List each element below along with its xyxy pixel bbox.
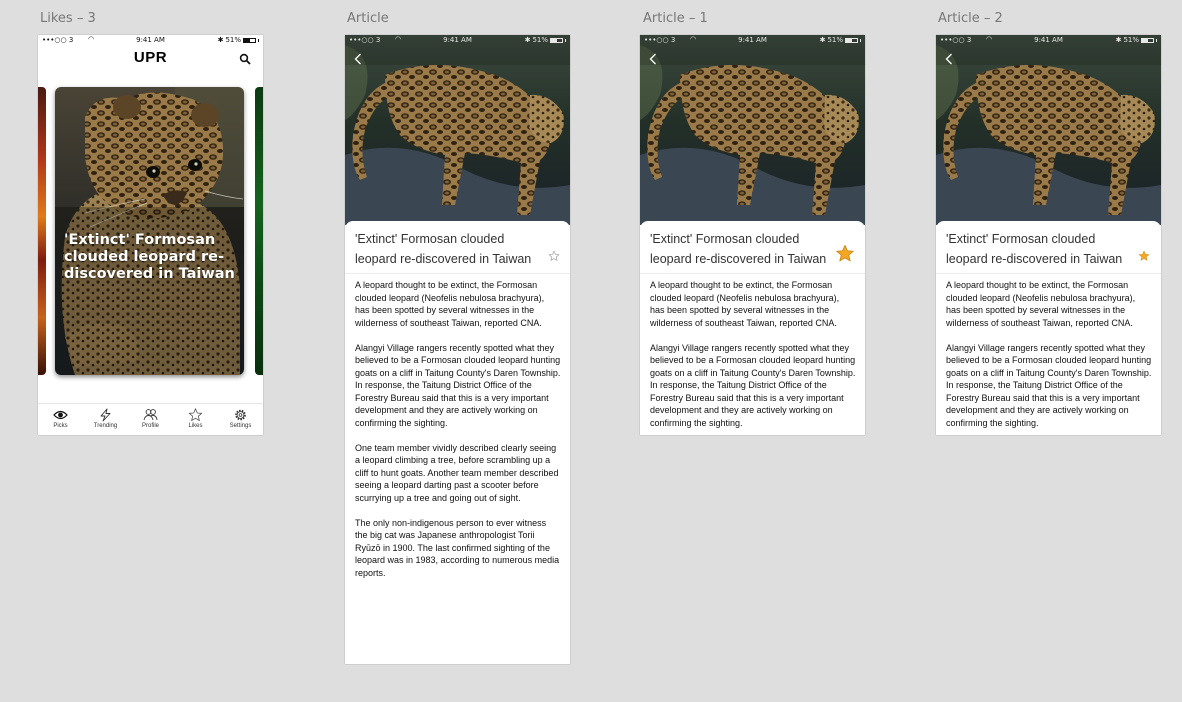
article-paragraph: One team member vividly described clearl…	[355, 442, 559, 503]
article-screen: •••○○ 3 ◠ 9:41 AM ✱ 51% 'Extinct' Formos…	[345, 35, 570, 664]
divider	[640, 273, 865, 274]
divider	[936, 273, 1161, 274]
tab-settings[interactable]: Settings	[221, 404, 261, 435]
bluetooth-icon: ✱	[524, 36, 531, 44]
article-paragraph: A leopard thought to be extinct, the For…	[650, 280, 840, 328]
battery-icon	[1141, 37, 1154, 43]
people-icon	[143, 409, 158, 421]
tab-label: Trending	[93, 423, 118, 429]
status-bar: •••○○ 3 ◠ 9:41 AM ✱ 51%	[936, 35, 1161, 45]
lightning-icon	[100, 408, 111, 422]
status-bar: •••○○ 3 ◠ 9:41 AM ✱ 51%	[38, 35, 263, 45]
article-1-screen: •••○○ 3 ◠ 9:41 AM ✱ 51% 'Extinct' Formos…	[640, 35, 865, 435]
article-sheet: 'Extinct' Formosan clouded leopard re-di…	[345, 221, 570, 664]
favorite-star-icon[interactable]	[548, 250, 560, 262]
artboard-label-article-2: Article – 2	[938, 11, 1003, 26]
back-chevron-icon[interactable]	[354, 53, 362, 65]
article-paragraph: The only non-indigenous person to ever w…	[355, 517, 560, 578]
previous-card-peek[interactable]	[38, 87, 46, 375]
divider	[345, 273, 570, 274]
leopard-hero-image	[640, 35, 865, 225]
tab-profile[interactable]: Profile	[131, 404, 171, 435]
status-bar: •••○○ 3 ◠ 9:41 AM ✱ 51%	[345, 35, 570, 45]
status-bar: •••○○ 3 ◠ 9:41 AM ✱ 51%	[640, 35, 865, 45]
article-body: A leopard thought to be extinct, the For…	[946, 279, 1152, 435]
tab-trending[interactable]: Trending	[86, 404, 126, 435]
artboard-label-article-1: Article – 1	[643, 11, 708, 26]
leopard-cub-image	[55, 87, 244, 375]
battery-indicator: ✱ 51%	[525, 36, 566, 44]
article-paragraph: A leopard thought to be extinct, the For…	[946, 280, 1136, 328]
leopard-hero-image	[345, 35, 570, 225]
tab-picks[interactable]: Picks	[41, 404, 81, 435]
eye-icon	[53, 410, 68, 420]
tab-label: Settings	[229, 423, 252, 429]
gear-icon	[235, 409, 246, 421]
battery-indicator: ✱ 51%	[820, 36, 861, 44]
next-card-peek[interactable]	[255, 87, 263, 375]
battery-percent: 51%	[1123, 36, 1139, 44]
bluetooth-icon: ✱	[819, 36, 826, 44]
tab-likes[interactable]: Likes	[176, 404, 216, 435]
back-chevron-icon[interactable]	[649, 53, 657, 65]
article-paragraph: A leopard thought to be extinct, the For…	[355, 280, 545, 328]
tab-label: Profile	[141, 423, 159, 429]
battery-icon	[845, 37, 858, 43]
featured-article-card[interactable]: 'Extinct' Formosan clouded leopard re-di…	[55, 87, 244, 375]
battery-indicator: ✱ 51%	[1116, 36, 1157, 44]
battery-percent: 51%	[225, 36, 241, 44]
artboard-label-article: Article	[347, 11, 389, 26]
article-sheet: 'Extinct' Formosan clouded leopard re-di…	[936, 221, 1161, 435]
tab-bar: Picks Trending Profile Likes Settings	[38, 403, 263, 435]
article-body: A leopard thought to be extinct, the For…	[355, 279, 561, 592]
article-2-screen: •••○○ 3 ◠ 9:41 AM ✱ 51% 'Extinct' Formos…	[936, 35, 1161, 435]
battery-indicator: ✱ 51%	[218, 36, 259, 44]
card-headline: 'Extinct' Formosan clouded leopard re-di…	[64, 232, 235, 282]
star-icon	[188, 408, 203, 421]
article-headline: 'Extinct' Formosan clouded leopard re-di…	[946, 232, 1123, 266]
battery-icon	[243, 37, 256, 43]
artboard-label-likes: Likes – 3	[40, 11, 96, 26]
search-icon[interactable]	[239, 53, 251, 65]
leopard-hero-image	[936, 35, 1161, 225]
article-sheet: 'Extinct' Formosan clouded leopard re-di…	[640, 221, 865, 435]
article-paragraph: Alangyi Village rangers recently spotted…	[650, 342, 856, 428]
battery-icon	[550, 37, 563, 43]
favorite-star-icon[interactable]	[1138, 250, 1150, 262]
bluetooth-icon: ✱	[1115, 36, 1122, 44]
article-paragraph: Alangyi Village rangers recently spotted…	[946, 342, 1152, 428]
article-paragraph: Alangyi Village rangers recently spotted…	[355, 342, 561, 428]
article-headline: 'Extinct' Formosan clouded leopard re-di…	[650, 232, 827, 266]
article-headline: 'Extinct' Formosan clouded leopard re-di…	[355, 232, 532, 266]
app-title: UPR	[133, 49, 168, 66]
likes-screen: •••○○ 3 ◠ 9:41 AM ✱ 51% UPR 'Extinct' Fo…	[38, 35, 263, 435]
favorite-star-icon[interactable]	[835, 244, 855, 263]
back-chevron-icon[interactable]	[945, 53, 953, 65]
tab-label: Likes	[188, 423, 203, 429]
article-body: A leopard thought to be extinct, the For…	[650, 279, 856, 435]
battery-percent: 51%	[827, 36, 843, 44]
battery-percent: 51%	[532, 36, 548, 44]
bluetooth-icon: ✱	[217, 36, 224, 44]
tab-label: Picks	[53, 423, 68, 429]
